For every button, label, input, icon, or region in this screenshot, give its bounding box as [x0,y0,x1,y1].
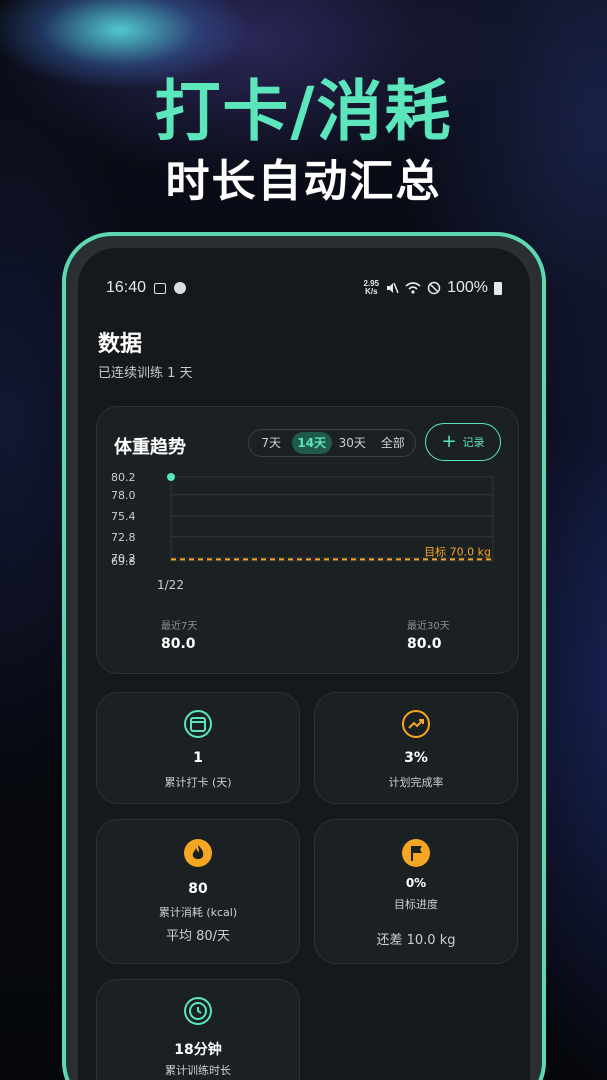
target-label: 目标 70.0 kg [424,544,491,558]
goal-value: 0% [405,876,427,890]
completion-card[interactable]: 3% 计划完成率 [314,692,518,804]
record-button-label: 记录 [462,436,485,449]
duration-value: 18分钟 [174,1042,222,1058]
recent-7-value: 80.0 [161,636,196,652]
tab-all[interactable]: 全部 [373,432,414,454]
page-title: 数据 [98,332,143,357]
completion-value: 3% [404,750,428,766]
recent-30-label: 最近30天 [407,621,450,632]
weight-chart: 80.278.075.472.870.269.81/22目标 70.0 kg [111,471,494,592]
completion-label: 计划完成率 [388,776,444,789]
calories-card[interactable]: 80 累计消耗 (kcal) 平均 80/天 [96,819,300,964]
clock-icon [184,997,212,1025]
net-speed-unit: K/s [365,287,378,296]
battery-percent: 100% [447,279,488,296]
tab-14-days[interactable]: 14天 [291,432,332,454]
range-selector: 7天 14天 30天 全部 [248,429,416,457]
x-tick-label: 1/22 [157,578,184,592]
dnd-icon [427,281,441,295]
checkin-value: 1 [193,750,203,766]
record-button[interactable]: + 记录 [425,423,501,461]
status-bar: 16:40 2.95 K/s 100% [106,278,502,298]
trend-icon [402,710,430,738]
plus-icon: + [441,431,457,452]
checkin-card[interactable]: 1 累计打卡 (天) [96,692,300,804]
calories-value: 80 [188,881,208,897]
banner-headline: 打卡/消耗 [154,73,453,150]
goal-label: 目标进度 [394,898,438,911]
calories-label: 累计消耗 (kcal) [158,906,238,919]
phone-screen: 16:40 2.95 K/s 100% 数据 已连续训练 1 天 体重趋势 7天… [78,248,530,1080]
mute-icon [387,282,399,294]
status-time: 16:40 [106,279,147,296]
tab-7-days[interactable]: 7天 [251,432,292,454]
data-point [167,473,175,481]
y-tick-label: 78.0 [111,489,136,502]
duration-card[interactable]: 18分钟 累计训练时长 [96,979,300,1080]
flame-icon [184,839,212,867]
recent-30-value: 80.0 [407,636,442,652]
goal-card[interactable]: 0% 目标进度 还差 10.0 kg [314,819,518,964]
banner-subline: 时长自动汇总 [165,156,442,207]
duration-label: 累计训练时长 [165,1064,231,1077]
image-icon [154,282,167,294]
calendar-icon [184,710,212,738]
y-tick-label: 80.2 [111,471,136,484]
y-tick-label: 69.8 [111,555,136,568]
wifi-icon [405,282,421,294]
recent-7-label: 最近7天 [161,621,198,632]
weight-trend-card: 体重趋势 7天 14天 30天 全部 + 记录 80.2 78.0 75.4 72.8… [96,406,519,674]
flag-icon [402,839,430,867]
y-tick-label: 75.4 [111,510,136,523]
weight-trend-title: 体重趋势 [114,437,186,458]
goal-remaining: 还差 10.0 kg [376,933,456,948]
calories-average: 平均 80/天 [165,929,231,944]
app-icon [174,282,187,294]
y-tick-label: 72.8 [111,531,136,544]
phone-frame: 16:40 2.95 K/s 100% 数据 已连续训练 1 天 体重趋势 7天… [62,232,546,1080]
streak-subtitle: 已连续训练 1 天 [98,366,193,381]
checkin-label: 累计打卡 (天) [164,776,232,789]
tab-30-days[interactable]: 30天 [332,432,373,454]
net-speed: 2.95 K/s [364,280,380,296]
battery-icon [494,281,502,295]
